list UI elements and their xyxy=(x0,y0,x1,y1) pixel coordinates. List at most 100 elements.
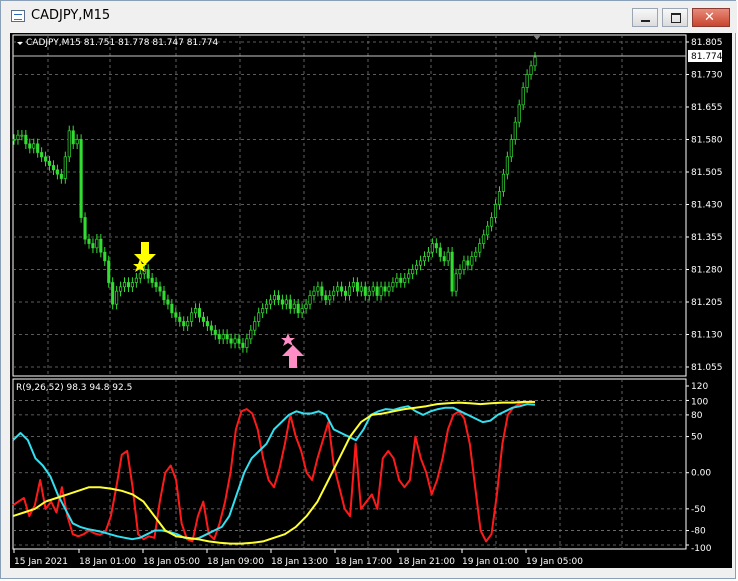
price-axis[interactable]: 81.805 81.730 81.655 81.580 81.505 81.430 81.3… xyxy=(686,38,723,373)
maximize-button[interactable] xyxy=(662,8,688,27)
price-candle xyxy=(146,269,150,279)
price-candle xyxy=(91,243,95,249)
price-candle xyxy=(154,282,158,288)
indicator-tick-label: -100 xyxy=(691,544,712,554)
price-candle xyxy=(513,121,517,140)
price-candle xyxy=(347,286,352,296)
price-candle xyxy=(450,251,454,292)
price-candle xyxy=(59,173,63,179)
price-candle xyxy=(328,295,332,301)
price-candle xyxy=(351,282,355,288)
indicator-tick-label: 50 xyxy=(691,433,703,443)
price-candle xyxy=(87,238,91,244)
price-candle xyxy=(407,273,411,279)
price-candle xyxy=(355,282,359,292)
price-candle xyxy=(245,338,249,348)
price-candle xyxy=(75,139,79,145)
chart-shift-marker[interactable] xyxy=(533,35,541,40)
indicator-line-2 xyxy=(12,403,536,541)
price-candle xyxy=(51,165,56,171)
close-button[interactable]: ✕ xyxy=(692,8,730,27)
price-candle xyxy=(119,286,123,292)
price-candle xyxy=(411,269,415,275)
price-candle xyxy=(115,290,119,305)
close-icon: ✕ xyxy=(704,10,715,25)
price-candle xyxy=(24,134,28,145)
price-candle xyxy=(462,260,466,270)
price-candle xyxy=(478,243,482,253)
price-candle xyxy=(438,247,442,257)
price-candle xyxy=(166,299,170,305)
price-candle xyxy=(288,299,292,309)
price-candle xyxy=(454,273,458,292)
price-candle xyxy=(225,334,229,340)
price-candle xyxy=(221,334,225,340)
price-candle xyxy=(359,286,363,292)
price-candle xyxy=(217,334,221,340)
price-candle xyxy=(241,342,245,348)
price-candle xyxy=(529,65,533,75)
price-candle xyxy=(122,282,127,288)
indicator-line-1 xyxy=(12,400,535,543)
main-pane-border xyxy=(12,34,687,377)
price-candle xyxy=(36,143,40,153)
price-candle xyxy=(367,290,371,296)
minimize-button[interactable] xyxy=(632,8,658,27)
price-candle xyxy=(375,286,379,296)
maximize-icon xyxy=(671,13,681,23)
price-candle xyxy=(312,290,316,296)
indicator-header: R(9,26,52) 98.3 94.8 92.5 xyxy=(16,383,132,393)
price-candle xyxy=(320,286,324,296)
price-candle xyxy=(150,277,154,283)
price-candle xyxy=(83,217,87,240)
price-candle xyxy=(371,286,375,292)
indicator-tick-label: 80 xyxy=(691,411,703,421)
price-candle xyxy=(501,173,505,192)
price-candle xyxy=(47,160,52,166)
price-tick-label: 81.130 xyxy=(691,331,723,341)
price-candle xyxy=(434,243,438,249)
price-candle xyxy=(533,56,537,67)
price-candle xyxy=(387,286,391,292)
price-candle xyxy=(40,152,44,158)
price-series xyxy=(12,51,537,353)
price-tick-label: 81.805 xyxy=(691,38,723,48)
price-candle xyxy=(403,277,407,283)
time-axis[interactable]: 15 Jan 2021 18 Jan 01:00 18 Jan 05:00 18 Ja… xyxy=(13,549,583,567)
minimize-icon xyxy=(641,20,650,22)
price-candle xyxy=(296,303,300,314)
price-candle xyxy=(130,282,134,288)
price-tick-label: 81.280 xyxy=(691,266,723,276)
time-tick-label: 18 Jan 05:00 xyxy=(143,557,200,567)
indicator-tick-label: 100 xyxy=(691,397,708,407)
price-candle xyxy=(126,282,131,288)
price-candle xyxy=(67,130,71,158)
indicator-tick-label: -80 xyxy=(691,527,706,537)
price-candle xyxy=(71,130,75,145)
price-tick-label: 81.355 xyxy=(691,233,723,243)
price-tick-label: 81.655 xyxy=(691,103,723,113)
price-candle xyxy=(422,256,427,262)
time-tick-label: 18 Jan 13:00 xyxy=(271,557,328,567)
price-candle xyxy=(521,87,525,106)
chart-area[interactable]: 81.774 CADJPY,M15 81.751 81.778 81.747 8… xyxy=(10,33,732,568)
price-candle xyxy=(391,282,395,288)
price-candle xyxy=(284,299,288,305)
price-candle xyxy=(12,139,16,141)
price-candle xyxy=(138,273,142,279)
price-candle xyxy=(44,156,48,162)
price-candle xyxy=(324,295,328,301)
price-candle xyxy=(517,104,521,123)
price-candle xyxy=(466,260,470,266)
price-candle xyxy=(182,321,186,327)
price-candle xyxy=(134,277,138,283)
indicator-tick-label: -50 xyxy=(691,505,706,515)
price-candle xyxy=(474,251,478,257)
symbol-menu-icon[interactable] xyxy=(17,42,23,45)
price-candle xyxy=(292,303,296,309)
price-candle xyxy=(111,282,115,305)
indicator-axis[interactable]: 120 100 80 50 0.00 -50 -80 -100 xyxy=(686,382,712,554)
price-tick-label: 81.580 xyxy=(691,136,723,146)
price-candle xyxy=(490,217,494,227)
price-candle xyxy=(174,312,178,318)
